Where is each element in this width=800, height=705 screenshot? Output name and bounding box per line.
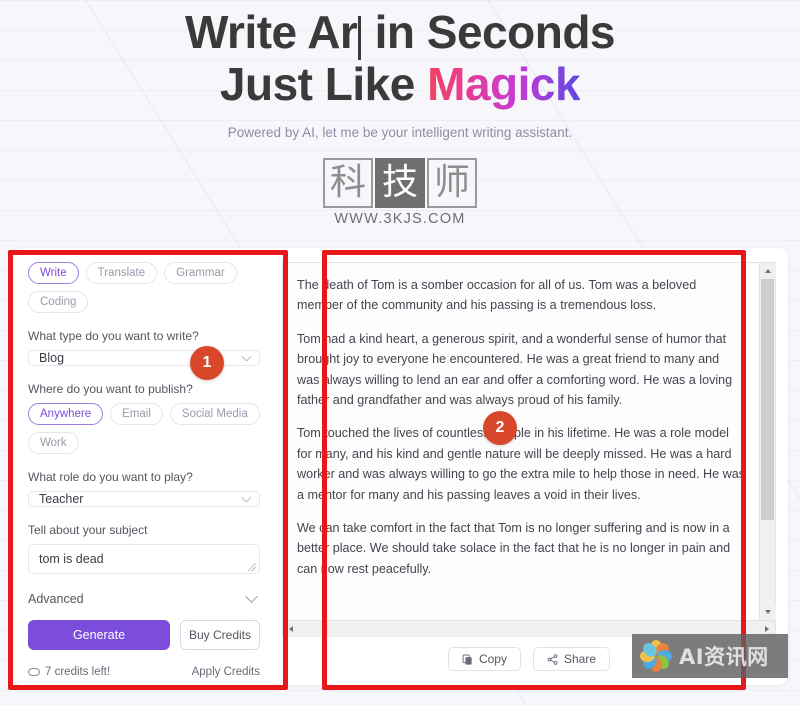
publish-option-work[interactable]: Work: [28, 432, 79, 454]
publish-option-anywhere[interactable]: Anywhere: [28, 403, 104, 425]
output-paragraph: Tom touched the lives of countless peopl…: [297, 426, 746, 502]
tab-write[interactable]: Write: [28, 262, 79, 284]
scroll-down-button[interactable]: [760, 604, 776, 620]
share-label: Share: [563, 652, 597, 666]
watermark-text: AI资讯网: [679, 645, 769, 669]
hero-section: Write Ar in Seconds Just Like Magick Pow…: [0, 0, 800, 227]
publish-option-email[interactable]: Email: [110, 403, 163, 425]
arrow-right-icon: [765, 626, 769, 632]
output-shell: The death of Tom is a somber occasion fo…: [282, 262, 776, 637]
logo-char-3: 师: [427, 157, 477, 208]
vertical-scroll-track[interactable]: [760, 279, 775, 604]
chevron-down-icon: [241, 351, 252, 362]
vertical-scroll-thumb[interactable]: [761, 279, 774, 520]
chevron-down-icon: [245, 589, 258, 603]
annotation-marker-1: 1: [190, 346, 224, 380]
subject-label: Tell about your subject: [28, 523, 148, 537]
arrow-left-icon: [289, 626, 293, 632]
advanced-label: Advanced: [28, 592, 84, 606]
logo-char-1: 科: [323, 157, 373, 208]
mode-tabs: Write Translate Grammar Coding: [28, 262, 260, 313]
scroll-up-button[interactable]: [760, 263, 776, 279]
hero-subtitle: Powered by AI, let me be your intelligen…: [227, 124, 573, 140]
form-panel: Write Translate Grammar Coding What type…: [12, 248, 274, 685]
tab-coding[interactable]: Coding: [28, 291, 89, 313]
coin-icon: [28, 668, 40, 676]
credits-status: 7 credits left!: [28, 666, 110, 678]
subject-value: tom is dead: [39, 552, 104, 566]
role-select[interactable]: Teacher: [28, 491, 260, 507]
publish-target-label: Where do you want to publish?: [28, 382, 193, 396]
credits-text: 7 credits left!: [45, 666, 111, 678]
role-label: What role do you want to play?: [28, 470, 193, 484]
action-buttons: Generate Buy Credits: [28, 620, 260, 650]
generated-text[interactable]: The death of Tom is a somber occasion fo…: [283, 263, 759, 620]
headline-accent-magick: Magick: [427, 58, 581, 110]
text-caret: [358, 16, 362, 60]
write-type-value: Blog: [39, 351, 65, 365]
annotation-marker-2: 2: [483, 411, 517, 445]
arrow-down-icon: [765, 610, 771, 614]
output-panel: The death of Tom is a somber occasion fo…: [274, 248, 788, 685]
scroll-left-button[interactable]: [283, 621, 299, 637]
buy-credits-button[interactable]: Buy Credits: [180, 620, 260, 650]
logo-url: WWW.3KJS.COM: [334, 210, 466, 227]
write-type-label: What type do you want to write?: [28, 329, 199, 343]
app-card: Write Translate Grammar Coding What type…: [12, 248, 788, 685]
tab-translate[interactable]: Translate: [85, 262, 158, 284]
vertical-scrollbar[interactable]: [759, 263, 776, 620]
headline-line2: Just Like Magick: [0, 60, 800, 109]
generate-button[interactable]: Generate: [28, 620, 170, 650]
write-type-select[interactable]: Blog: [28, 350, 260, 366]
tab-grammar[interactable]: Grammar: [164, 262, 237, 284]
role-value: Teacher: [39, 492, 84, 506]
chevron-down-icon: [241, 492, 252, 503]
advanced-toggle[interactable]: Advanced: [28, 589, 260, 606]
share-button[interactable]: Share: [532, 647, 611, 671]
publish-option-social-media[interactable]: Social Media: [169, 403, 260, 425]
publish-target-options: Anywhere Email Social Media Work: [28, 403, 260, 454]
headline-line2-prefix: Just Like: [219, 58, 428, 110]
output-paragraph: We can take comfort in the fact that Tom…: [297, 520, 731, 576]
copy-label: Copy: [478, 652, 507, 666]
subject-input[interactable]: tom is dead: [28, 544, 260, 574]
output-paragraph: Tom had a kind heart, a generous spirit,…: [297, 331, 733, 407]
copy-button[interactable]: Copy: [447, 647, 521, 671]
apply-credits-link[interactable]: Apply Credits: [192, 666, 260, 678]
share-icon: [547, 653, 558, 665]
output-paragraph: The death of Tom is a somber occasion fo…: [297, 278, 697, 313]
headline-part1: Write Ar: [184, 6, 358, 58]
credits-row: 7 credits left! Apply Credits: [28, 666, 260, 678]
output-row: The death of Tom is a somber occasion fo…: [283, 263, 776, 620]
headline-part2: in Seconds: [362, 6, 616, 58]
flower-logo-icon: [639, 639, 673, 673]
watermark: AI资讯网: [632, 634, 788, 678]
page-title: Write Ar in Seconds Just Like Magick: [0, 8, 800, 109]
site-logo: 科 技 师 WWW.3KJS.COM: [318, 157, 482, 227]
arrow-up-icon: [765, 269, 771, 273]
resize-grip-icon[interactable]: [248, 563, 256, 571]
logo-characters: 科 技 师: [318, 157, 482, 208]
logo-char-2: 技: [375, 157, 425, 208]
copy-icon: [462, 654, 472, 665]
